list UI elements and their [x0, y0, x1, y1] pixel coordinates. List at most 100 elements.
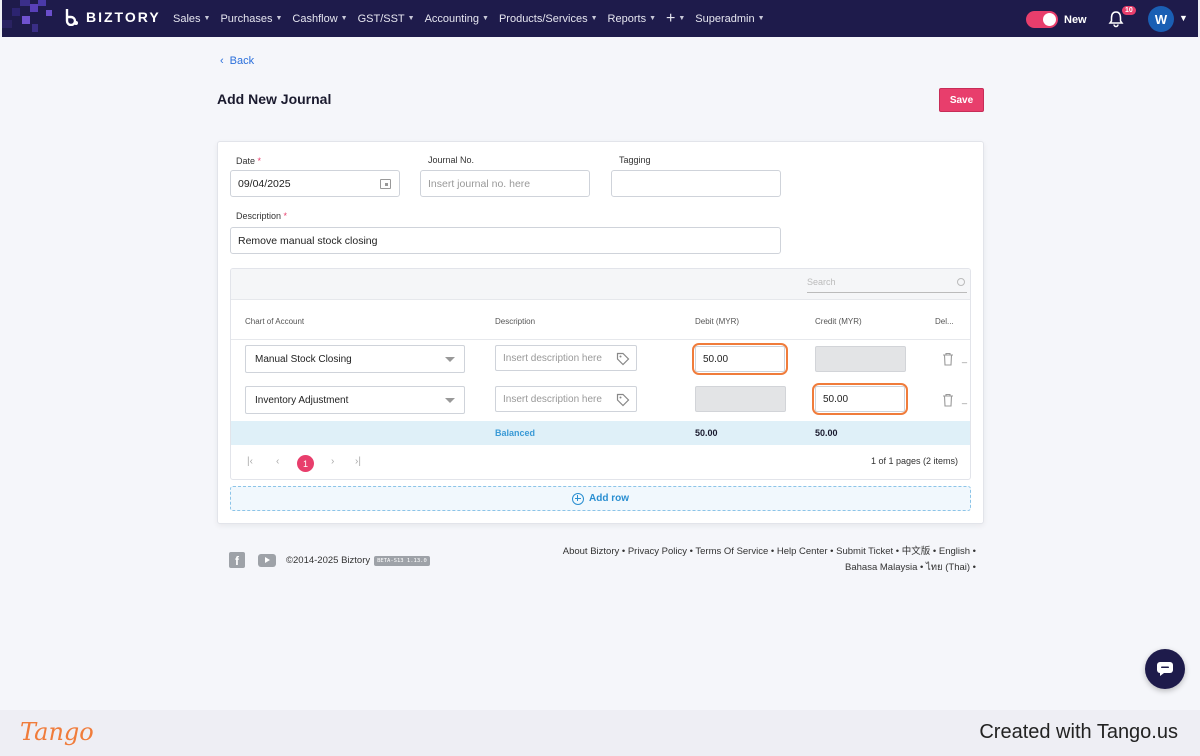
totals-row: Balanced 50.00 50.00	[231, 421, 970, 445]
chevron-down-icon: ▼	[678, 15, 686, 22]
header-description[interactable]: Description	[495, 317, 535, 326]
trash-icon[interactable]	[942, 393, 954, 407]
nav-reports[interactable]: Reports ▼	[603, 13, 661, 25]
journal-no-label: Journal No.	[428, 155, 475, 165]
back-label: Back	[229, 55, 255, 67]
chevron-left-icon: ‹	[220, 55, 224, 67]
required-marker: *	[283, 211, 288, 221]
new-ui-toggle[interactable]: New	[1026, 11, 1087, 28]
nav-superadmin[interactable]: Superadmin ▼	[690, 13, 769, 25]
tango-logo: Tango	[20, 718, 94, 746]
facebook-icon[interactable]: f	[229, 552, 245, 568]
nav-gst-sst[interactable]: GST/SST ▼	[353, 13, 420, 25]
tango-credit: Created with Tango.us	[979, 721, 1178, 743]
avatar[interactable]: W	[1148, 6, 1174, 32]
tagging-label: Tagging	[619, 155, 651, 165]
brand-name: BIZTORY	[86, 9, 161, 25]
chevron-down-icon: ▼	[340, 15, 348, 22]
caret-down-icon	[445, 398, 455, 403]
plus-circle-icon	[572, 492, 584, 505]
nav-accounting-label: Accounting	[424, 12, 480, 25]
pixel-decoration	[2, 0, 72, 37]
required-marker: *	[257, 156, 262, 166]
date-value: 09/04/2025	[238, 177, 291, 190]
debit-input-row-2[interactable]	[695, 386, 786, 412]
brand-logo[interactable]: BIZTORY	[64, 8, 161, 26]
footer-links-line-1[interactable]: About Biztory • Privacy Policy • Terms O…	[546, 544, 976, 560]
date-label-text: Date	[236, 156, 256, 166]
tag-icon[interactable]	[616, 393, 630, 407]
credit-input-row-1[interactable]	[815, 346, 906, 372]
account-select-row-2[interactable]: Inventory Adjustment	[245, 386, 465, 414]
nav-accounting[interactable]: Accounting ▼	[420, 13, 494, 25]
nav-purchases[interactable]: Purchases ▼	[215, 13, 287, 25]
account-value: Inventory Adjustment	[255, 394, 349, 406]
caret-down-icon	[445, 357, 455, 362]
chevron-down-icon: ▼	[590, 15, 598, 22]
page-content: ‹ Back Add New Journal Save Date * 09/04…	[0, 37, 1200, 710]
chat-button[interactable]	[1145, 649, 1185, 689]
tag-icon[interactable]	[616, 352, 630, 366]
youtube-icon[interactable]	[258, 554, 276, 567]
footer-links[interactable]: About Biztory • Privacy Policy • Terms O…	[546, 544, 976, 576]
chat-icon	[1157, 662, 1173, 676]
last-page-icon[interactable]: ›|	[355, 456, 361, 467]
calendar-icon[interactable]	[380, 179, 391, 189]
search-placeholder: Search	[807, 277, 836, 287]
header-debit[interactable]: Debit (MYR)	[695, 317, 739, 326]
chevron-down-icon: ▼	[203, 15, 211, 22]
chevron-down-icon: ▼	[649, 15, 657, 22]
journal-lines-table: Search Chart of Account Description Debi…	[230, 268, 971, 480]
chevron-down-icon: ▼	[482, 15, 489, 22]
header-credit[interactable]: Credit (MYR)	[815, 317, 862, 326]
journal-form-card: Date * 09/04/2025 Journal No. Insert jou…	[217, 141, 984, 524]
focus-highlight	[812, 383, 908, 415]
chevron-down-icon: ▼	[757, 15, 765, 22]
footer-links-line-2[interactable]: Bahasa Malaysia • ไทย (Thai) •	[546, 560, 976, 576]
next-page-icon[interactable]: ›	[331, 456, 334, 467]
description-input[interactable]: Remove manual stock closing	[230, 227, 781, 254]
nav-quick-add[interactable]: + ▼	[661, 9, 690, 27]
divider	[231, 299, 970, 300]
divider	[231, 339, 970, 340]
back-link[interactable]: ‹ Back	[220, 55, 254, 67]
line-description-input-row-1[interactable]: Insert description here	[495, 345, 637, 371]
page-title: Add New Journal	[217, 91, 332, 107]
chevron-down-icon[interactable]: ▼	[1179, 13, 1188, 23]
add-row-label: Add row	[589, 493, 629, 504]
pager-info: 1 of 1 pages (2 items)	[870, 456, 958, 466]
biztory-logo-icon	[65, 9, 78, 26]
prev-page-icon[interactable]: ‹	[276, 456, 279, 467]
header-delete: Del...	[935, 317, 954, 326]
journal-no-input[interactable]: Insert journal no. here	[420, 170, 590, 197]
main-menu: Sales ▼ Purchases ▼ Cashflow ▼ GST/SST ▼ Acc…	[168, 0, 770, 37]
plus-icon: +	[666, 9, 676, 27]
description-label-text: Description	[236, 211, 282, 221]
notification-badge: 10	[1122, 6, 1136, 15]
tango-footer: Tango Created with Tango.us	[0, 710, 1200, 756]
header-chart-of-account[interactable]: Chart of Account	[245, 317, 304, 326]
page-number-current[interactable]: 1	[297, 455, 314, 472]
trash-icon[interactable]	[942, 352, 954, 366]
tagging-input[interactable]	[611, 170, 781, 197]
chevron-down-icon: ▼	[275, 15, 283, 22]
date-label: Date *	[236, 156, 261, 166]
first-page-icon[interactable]: |‹	[247, 456, 253, 467]
nav-products-services[interactable]: Products/Services ▼	[494, 13, 603, 25]
toggle-switch[interactable]	[1026, 11, 1058, 28]
nav-reports-label: Reports	[607, 12, 647, 25]
top-navbar: BIZTORY Sales ▼ Purchases ▼ Cashflow ▼ GST/…	[2, 0, 1198, 37]
date-field[interactable]: 09/04/2025	[230, 170, 400, 197]
nav-purchases-label: Purchases	[220, 12, 273, 25]
nav-sales[interactable]: Sales ▼	[168, 13, 215, 25]
line-description-input-row-2[interactable]: Insert description here	[495, 386, 637, 412]
table-search-input[interactable]: Search	[807, 275, 967, 293]
add-row-button[interactable]: Add row	[230, 486, 971, 511]
total-credit: 50.00	[815, 428, 838, 438]
overflow-indicator: _	[962, 394, 968, 404]
nav-superadmin-label: Superadmin	[695, 12, 755, 25]
chevron-down-icon: ▼	[407, 15, 415, 22]
account-select-row-1[interactable]: Manual Stock Closing	[245, 345, 465, 373]
nav-cashflow[interactable]: Cashflow ▼	[287, 13, 352, 25]
save-button[interactable]: Save	[939, 88, 984, 112]
